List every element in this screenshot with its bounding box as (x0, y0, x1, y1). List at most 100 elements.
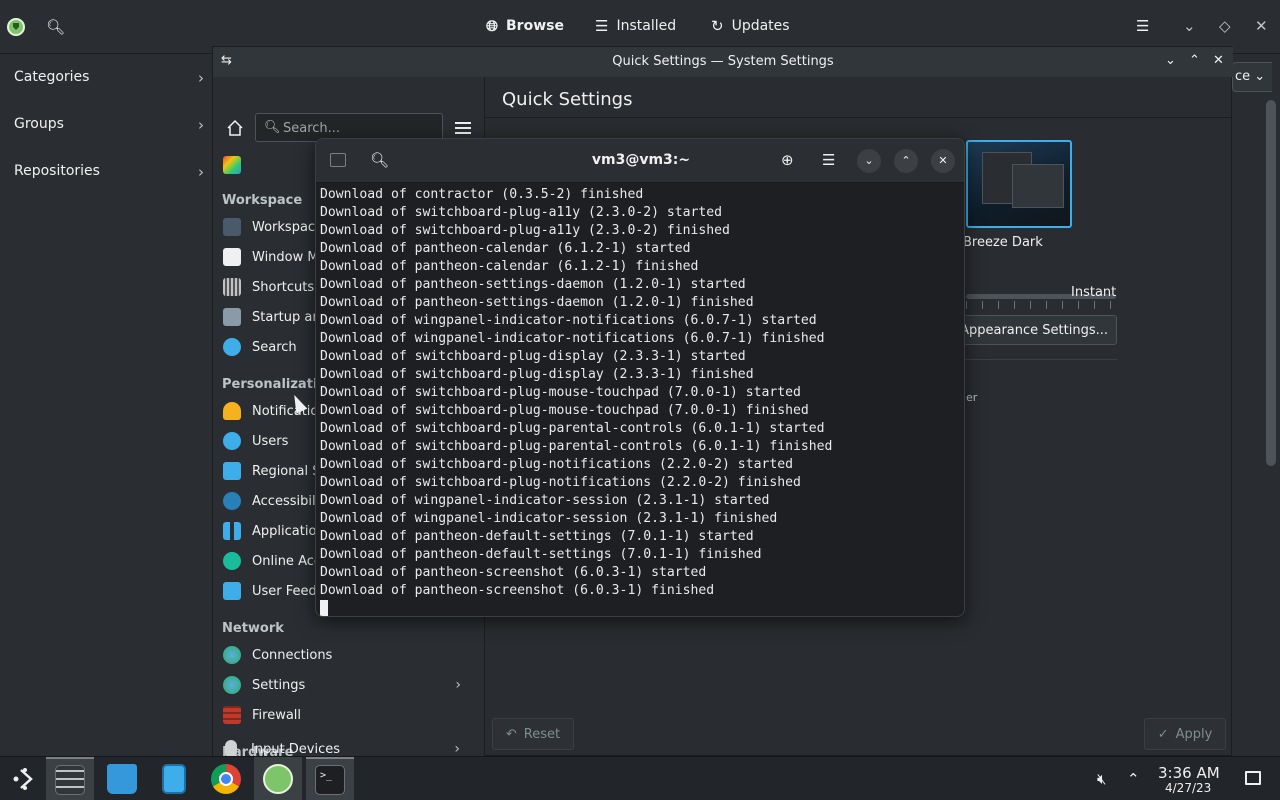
terminal-line: Download of pantheon-screenshot (6.0.3-1… (320, 583, 715, 598)
slider-end-label: Instant (1071, 285, 1117, 300)
keyboard-icon (223, 278, 241, 296)
terminal-output[interactable]: Download of contractor (0.3.5-2) finishe… (320, 186, 960, 616)
taskbar-terminal[interactable]: >_ (306, 757, 354, 800)
theme-name: Breeze Dark (963, 235, 1043, 250)
tab-browse[interactable]: 🌐︎ Browse (486, 17, 564, 35)
reset-icon: ↶ (505, 726, 517, 742)
sidebar-item-categories[interactable]: Categories › (14, 69, 204, 87)
category-heading: Network (222, 621, 284, 636)
terminal-line: Download of pantheon-default-settings (7… (320, 547, 762, 562)
minimize-icon[interactable]: ⌄ (1165, 53, 1176, 68)
terminal-line: Download of pantheon-default-settings (7… (320, 529, 754, 544)
category-heading: Workspace (222, 193, 303, 208)
terminal-cursor (320, 600, 960, 616)
show-desktop-icon[interactable] (1245, 771, 1261, 785)
clock-time[interactable]: 3:36 AM (1158, 764, 1220, 782)
sidebar-item-groups[interactable]: Groups › (14, 116, 204, 134)
chevron-right-icon: › (198, 116, 204, 134)
applications-icon (223, 522, 241, 540)
hamburger-menu-icon[interactable]: ☰ (1136, 17, 1149, 35)
chevron-right-icon: › (454, 741, 460, 757)
chevron-right-icon: › (198, 69, 204, 87)
terminal-icon: >_ (315, 765, 345, 795)
taskbar-system-settings[interactable] (46, 757, 94, 800)
discover-store-icon (107, 764, 137, 794)
sidebar-item-network-settings[interactable]: Settings › (223, 673, 461, 697)
check-icon: ✓ (1157, 726, 1169, 742)
hamburger-menu-icon[interactable]: ☰ (822, 151, 835, 169)
scrollbar[interactable] (1266, 100, 1276, 466)
terminal-line: Download of switchboard-plug-display (2.… (320, 349, 746, 364)
minimize-icon[interactable]: ⌄ (1183, 17, 1196, 35)
online-accounts-icon (223, 552, 241, 570)
feedback-icon (223, 582, 241, 600)
clock-date[interactable]: 4/27/23 (1165, 781, 1211, 795)
settings-titlebar[interactable]: ⇆ Quick Settings — System Settings ⌄ ⌃ ✕ (213, 47, 1233, 77)
slider-ticks (966, 301, 1116, 309)
close-icon[interactable]: ✕ (931, 149, 955, 173)
maximize-icon[interactable]: ⌃ (1189, 53, 1200, 68)
list-icon: ☰ (595, 17, 609, 35)
terminal-line: Download of switchboard-plug-display (2.… (320, 367, 754, 382)
terminal-line: Download of switchboard-plug-mouse-touch… (320, 403, 809, 418)
quick-settings-icon (223, 156, 241, 174)
terminal-line: Download of switchboard-plug-notificatio… (320, 475, 801, 490)
thumbnail-window (1012, 164, 1064, 208)
terminal-line: Download of switchboard-plug-a11y (2.3.0… (320, 205, 723, 220)
terminal-line: Download of pantheon-calendar (6.1.2-1) … (320, 259, 699, 274)
sort-combo[interactable]: ce ⌄ (1232, 62, 1272, 92)
terminal-line: Download of pantheon-screenshot (6.0.3-1… (320, 565, 707, 580)
app-launcher-button[interactable] (0, 757, 48, 800)
theme-thumbnail[interactable] (966, 140, 1072, 228)
page-title: Quick Settings (502, 89, 633, 110)
taskbar-discover[interactable] (254, 757, 302, 800)
home-icon[interactable] (226, 119, 244, 137)
discover-icon (263, 764, 293, 794)
close-icon[interactable]: ✕ (1213, 53, 1224, 68)
tab-updates[interactable]: ↻ Updates (711, 17, 790, 35)
chevron-up-icon[interactable]: ⌃ (1127, 770, 1140, 788)
divider (485, 117, 1231, 118)
terminal-line: Download of wingpanel-indicator-session … (320, 493, 770, 508)
app-launcher-icon (13, 768, 33, 790)
search-icon (223, 338, 241, 356)
category-heading: Personalizatio (222, 377, 327, 392)
terminal-headerbar[interactable]: 🔍︎ vm3@vm3:~ ⊕ ☰ ⌄ ⌃ ✕ (316, 139, 964, 183)
terminal-line: Download of wingpanel-indicator-notifica… (320, 331, 825, 346)
volume-muted-icon[interactable]: 🔇︎ (1097, 770, 1106, 788)
taskbar-file-manager[interactable] (150, 757, 198, 800)
search-icon[interactable]: 🔍︎ (46, 18, 65, 36)
discover-sidebar: Categories › Groups › Repositories › (0, 54, 212, 756)
reset-button[interactable]: ↶ Reset (492, 718, 574, 750)
terminal-line: Download of switchboard-plug-notificatio… (320, 457, 793, 472)
minimize-icon[interactable]: ⌄ (857, 149, 881, 173)
maximize-icon[interactable]: ⌃ (894, 149, 918, 173)
taskbar-chrome[interactable] (202, 757, 250, 800)
sidebar-item-repositories[interactable]: Repositories › (14, 163, 204, 181)
globe-icon (223, 676, 241, 694)
workspace-icon (223, 218, 241, 236)
sidebar-item-connections[interactable]: Connections (223, 643, 461, 667)
new-tab-icon[interactable]: ⊕ (781, 151, 794, 169)
chevron-right-icon: › (455, 677, 461, 693)
terminal-line: Download of switchboard-plug-mouse-touch… (320, 385, 801, 400)
discover-logo-icon (7, 18, 25, 36)
setting-label-fragment: er (966, 391, 978, 404)
update-icon: ↻ (711, 17, 724, 35)
tab-installed[interactable]: ☰ Installed (595, 17, 676, 35)
hamburger-menu-icon[interactable] (455, 122, 471, 134)
terminal-line: Download of pantheon-settings-daemon (1.… (320, 277, 746, 292)
keep-above-icon[interactable]: ◇ (1219, 17, 1231, 35)
firewall-icon (223, 706, 241, 724)
apply-button[interactable]: ✓ Apply (1144, 718, 1226, 750)
bell-icon (223, 402, 241, 420)
terminal-line: Download of pantheon-settings-daemon (1.… (320, 295, 754, 310)
terminal-line: Download of wingpanel-indicator-session … (320, 511, 778, 526)
startup-icon (223, 308, 241, 326)
close-icon[interactable]: ✕ (1255, 17, 1268, 35)
taskbar-discover-store[interactable] (98, 757, 146, 800)
sidebar-item-firewall[interactable]: Firewall (223, 703, 461, 727)
divider (955, 359, 1117, 360)
terminal-line: Download of switchboard-plug-parental-co… (320, 439, 833, 454)
accessibility-icon (223, 492, 241, 510)
